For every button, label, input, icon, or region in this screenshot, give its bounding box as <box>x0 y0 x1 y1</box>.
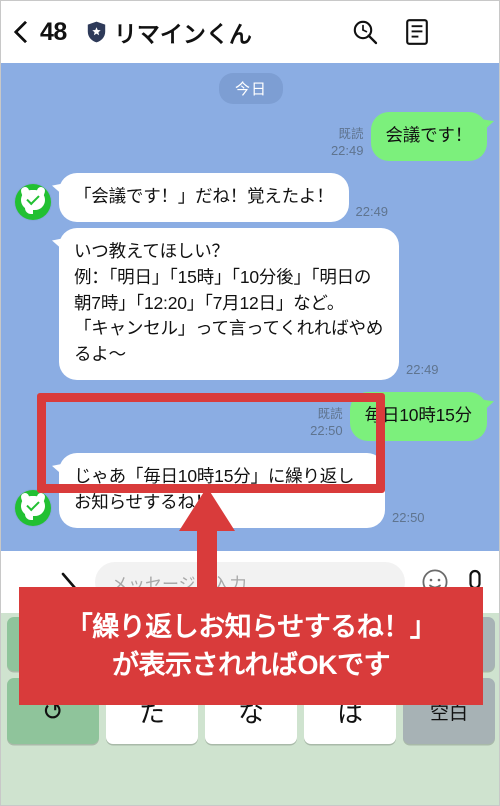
date-divider: 今日 <box>218 73 283 104</box>
message-row-outgoing: 既読 22:49 会議です！ <box>1 112 499 161</box>
page-title: リマインくん <box>113 21 252 47</box>
message-time: 22:50 <box>392 509 425 525</box>
message-row-incoming: 「会議です！」だね！覚えたよ！ 22:49 <box>1 172 499 222</box>
message-row-outgoing: 既読 22:50 毎日10時15分 <box>1 392 499 442</box>
back-button[interactable]: 48 <box>13 17 67 47</box>
annotation-banner-line-1: 「繰り返しお知らせするね！」 <box>65 611 437 642</box>
message-bubble[interactable]: 会議です！ <box>370 112 487 161</box>
message-row-incoming-highlighted: じゃあ「毎日10時15分」に繰り返しお知らせするね！ 22:50 <box>1 453 499 528</box>
message-meta: 22:50 <box>392 510 425 526</box>
message-time: 22:49 <box>406 361 439 377</box>
message-meta: 既読 22:49 <box>331 127 364 159</box>
annotation-banner-line-2: が表示されればOKです <box>112 650 391 680</box>
avatar[interactable] <box>15 489 51 526</box>
annotation-arrow-up-icon <box>179 487 235 597</box>
message-meta: 22:49 <box>356 204 389 220</box>
message-meta: 既読 22:50 <box>310 407 343 439</box>
chat-header: 48 リマインくん <box>1 1 499 63</box>
header-actions <box>351 18 483 46</box>
read-receipt: 既読 <box>338 127 364 142</box>
back-unread-count: 48 <box>40 17 67 46</box>
phone-screen: 48 リマインくん 今日 既読 22:49 会議です！ 「会議です！」だね！覚え… <box>0 0 500 806</box>
message-time: 22:49 <box>330 142 364 158</box>
message-time: 22:49 <box>355 203 389 219</box>
message-time: 22:50 <box>310 422 343 438</box>
message-bubble[interactable]: いつ教えてほしい？ 例：「明日」「15時」「10分後」「明日の朝7時」「12:2… <box>59 227 399 381</box>
search-icon[interactable] <box>351 18 379 46</box>
shield-verified-icon <box>87 21 106 43</box>
chat-title-group: リマインくん <box>87 15 252 49</box>
message-bubble[interactable]: 毎日10時15分 <box>349 392 487 442</box>
message-list[interactable]: 今日 既読 22:49 会議です！ 「会議です！」だね！覚えたよ！ 22:49 <box>1 63 499 551</box>
date-divider-row: 今日 <box>1 73 499 104</box>
read-receipt: 既読 <box>317 407 343 422</box>
hamburger-menu-icon[interactable] <box>455 23 483 41</box>
message-row-incoming: いつ教えてほしい？ 例：「明日」「15時」「10分後」「明日の朝7時」「12:2… <box>1 227 499 381</box>
avatar[interactable] <box>15 183 51 220</box>
annotation-banner: 「繰り返しお知らせするね！」 が表示されればOKです <box>19 587 483 705</box>
chevron-left-icon <box>13 20 37 44</box>
message-meta: 22:49 <box>406 362 439 378</box>
message-bubble[interactable]: 「会議です！」だね！覚えたよ！ <box>59 172 349 222</box>
note-list-icon[interactable] <box>405 18 429 46</box>
